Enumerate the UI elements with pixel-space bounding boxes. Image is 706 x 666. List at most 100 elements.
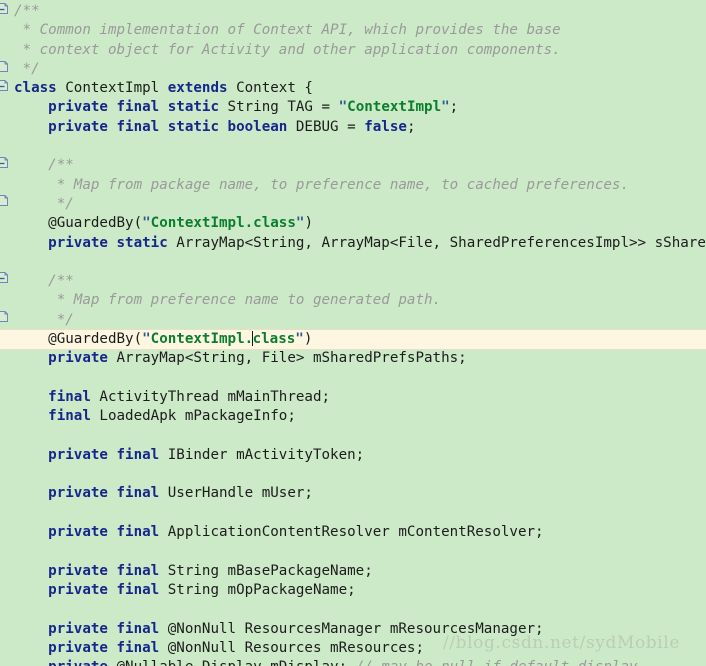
code-token-comment: /** [14, 157, 74, 174]
code-line[interactable] [0, 427, 706, 446]
code-token-keyword: final [48, 388, 91, 405]
code-line[interactable]: * Map from preference name to generated … [0, 291, 706, 310]
code-token-keyword: extends [167, 80, 228, 97]
code-line[interactable]: */ [0, 195, 706, 214]
code-line[interactable]: */ [0, 311, 706, 330]
code-line[interactable]: @GuardedBy("ContextImpl.class") [0, 214, 706, 233]
code-editor-viewport[interactable]: //blog.csdn.net/sydMobile /** * Common i… [0, 0, 706, 666]
code-token-comment: * context object for Activity and other … [14, 41, 561, 58]
code-line[interactable]: private final static boolean DEBUG = fal… [0, 118, 706, 137]
code-line[interactable]: private final String mBasePackageName; [0, 562, 706, 581]
code-line[interactable] [0, 504, 706, 523]
code-line[interactable]: /** [0, 156, 706, 175]
code-token-keyword: private final [48, 524, 160, 541]
code-line[interactable]: * Common implementation of Context API, … [0, 21, 706, 40]
code-token-comment: /** [14, 273, 74, 290]
code-token-string: ContextImpl [347, 99, 442, 116]
code-token-comment: // may be null if default display [356, 659, 638, 666]
code-token-plain: UserHandle mUser; [159, 485, 313, 502]
code-line[interactable]: private static ArrayMap<String, ArrayMap… [0, 234, 706, 253]
code-token-keyword: private [48, 350, 108, 367]
code-token-plain: ArrayMap<String, ArrayMap<File, SharedPr… [176, 234, 706, 251]
code-token-string: ContextImpl. [150, 331, 254, 348]
code-token-plain: ArrayMap<String, File> mSharedPrefsPaths… [107, 350, 467, 367]
code-line[interactable] [0, 369, 706, 388]
code-token-plain: Context { [227, 80, 313, 97]
code-line[interactable]: final LoadedApk mPackageInfo; [0, 407, 706, 426]
code-token-plain: IBinder mActivityToken; [159, 446, 365, 463]
code-token-comment: */ [14, 311, 74, 328]
code-token-quote: " [338, 99, 348, 116]
code-token-keyword: private [48, 659, 108, 666]
code-token-keyword: private final static [48, 99, 220, 116]
code-token-plain: ApplicationContentResolver mContentResol… [159, 524, 544, 541]
code-token-plain: ; [406, 118, 416, 135]
code-line[interactable] [0, 600, 706, 619]
code-token-plain: @NonNull ResourcesManager mResourcesMana… [159, 620, 544, 637]
code-token-keyword: private final [48, 581, 160, 598]
code-line[interactable] [0, 137, 706, 156]
code-token-comment: */ [14, 60, 40, 77]
code-token-comment: */ [14, 195, 74, 212]
code-line[interactable]: private final @NonNull Resources mResour… [0, 639, 706, 658]
code-token-plain: ActivityThread mMainThread; [90, 388, 331, 405]
code-token-quote: " [142, 331, 151, 348]
code-token-quote: " [142, 215, 151, 232]
code-token-plain: String TAG = [219, 99, 339, 116]
code-token-quote: " [441, 99, 450, 116]
code-line[interactable]: */ [0, 60, 706, 79]
code-token-keyword: private final [48, 485, 160, 502]
code-line[interactable]: * Map from package name, to preference n… [0, 176, 706, 195]
code-line[interactable]: /** [0, 2, 706, 21]
code-line[interactable]: * context object for Activity and other … [0, 41, 706, 60]
code-line[interactable]: private ArrayMap<String, File> mSharedPr… [0, 349, 706, 368]
code-line[interactable]: class ContextImpl extends Context { [0, 79, 706, 98]
code-token-comment: * Map from package name, to preference n… [14, 176, 629, 193]
code-token-keyword: private static [48, 234, 168, 251]
code-token-plain: ) [303, 331, 313, 348]
code-text-area[interactable]: /** * Common implementation of Context A… [0, 0, 706, 666]
code-token-comment: /** [14, 3, 40, 19]
code-token-plain: @Nullable Display mDisplay; [108, 659, 356, 666]
code-line[interactable] [0, 542, 706, 561]
code-token-keyword: private final static boolean [48, 118, 288, 135]
code-token-plain: String mBasePackageName; [159, 562, 373, 579]
code-token-plain: String mOpPackageName; [159, 581, 356, 598]
code-line[interactable] [0, 253, 706, 272]
code-token-plain: @NonNull Resources mResources; [159, 639, 425, 656]
code-token-plain: ) [304, 215, 313, 232]
code-line[interactable]: private final IBinder mActivityToken; [0, 446, 706, 465]
code-token-quote: " [295, 331, 304, 348]
code-line[interactable]: private final @NonNull ResourcesManager … [0, 620, 706, 639]
code-line[interactable]: final ActivityThread mMainThread; [0, 388, 706, 407]
code-token-keyword: final [48, 408, 91, 425]
code-token-plain: @GuardedBy( [14, 215, 143, 232]
code-line-current[interactable]: @GuardedBy("ContextImpl.class") [0, 330, 706, 349]
code-token-plain: ContextImpl [56, 80, 168, 97]
code-line[interactable]: private final ApplicationContentResolver… [0, 523, 706, 542]
code-line[interactable]: private final String mOpPackageName; [0, 581, 706, 600]
code-line[interactable]: private final UserHandle mUser; [0, 484, 706, 503]
code-line[interactable]: /** [0, 272, 706, 291]
code-line[interactable] [0, 465, 706, 484]
code-token-keyword: private final [48, 562, 160, 579]
code-token-string: ContextImpl.class [150, 215, 296, 232]
code-line[interactable]: private @Nullable Display mDisplay; // m… [0, 658, 706, 666]
code-token-plain: ; [449, 99, 459, 116]
code-line[interactable]: private final static String TAG = "Conte… [0, 98, 706, 117]
code-token-plain: @GuardedBy( [14, 331, 143, 348]
code-token-keyword: private final [48, 620, 160, 637]
